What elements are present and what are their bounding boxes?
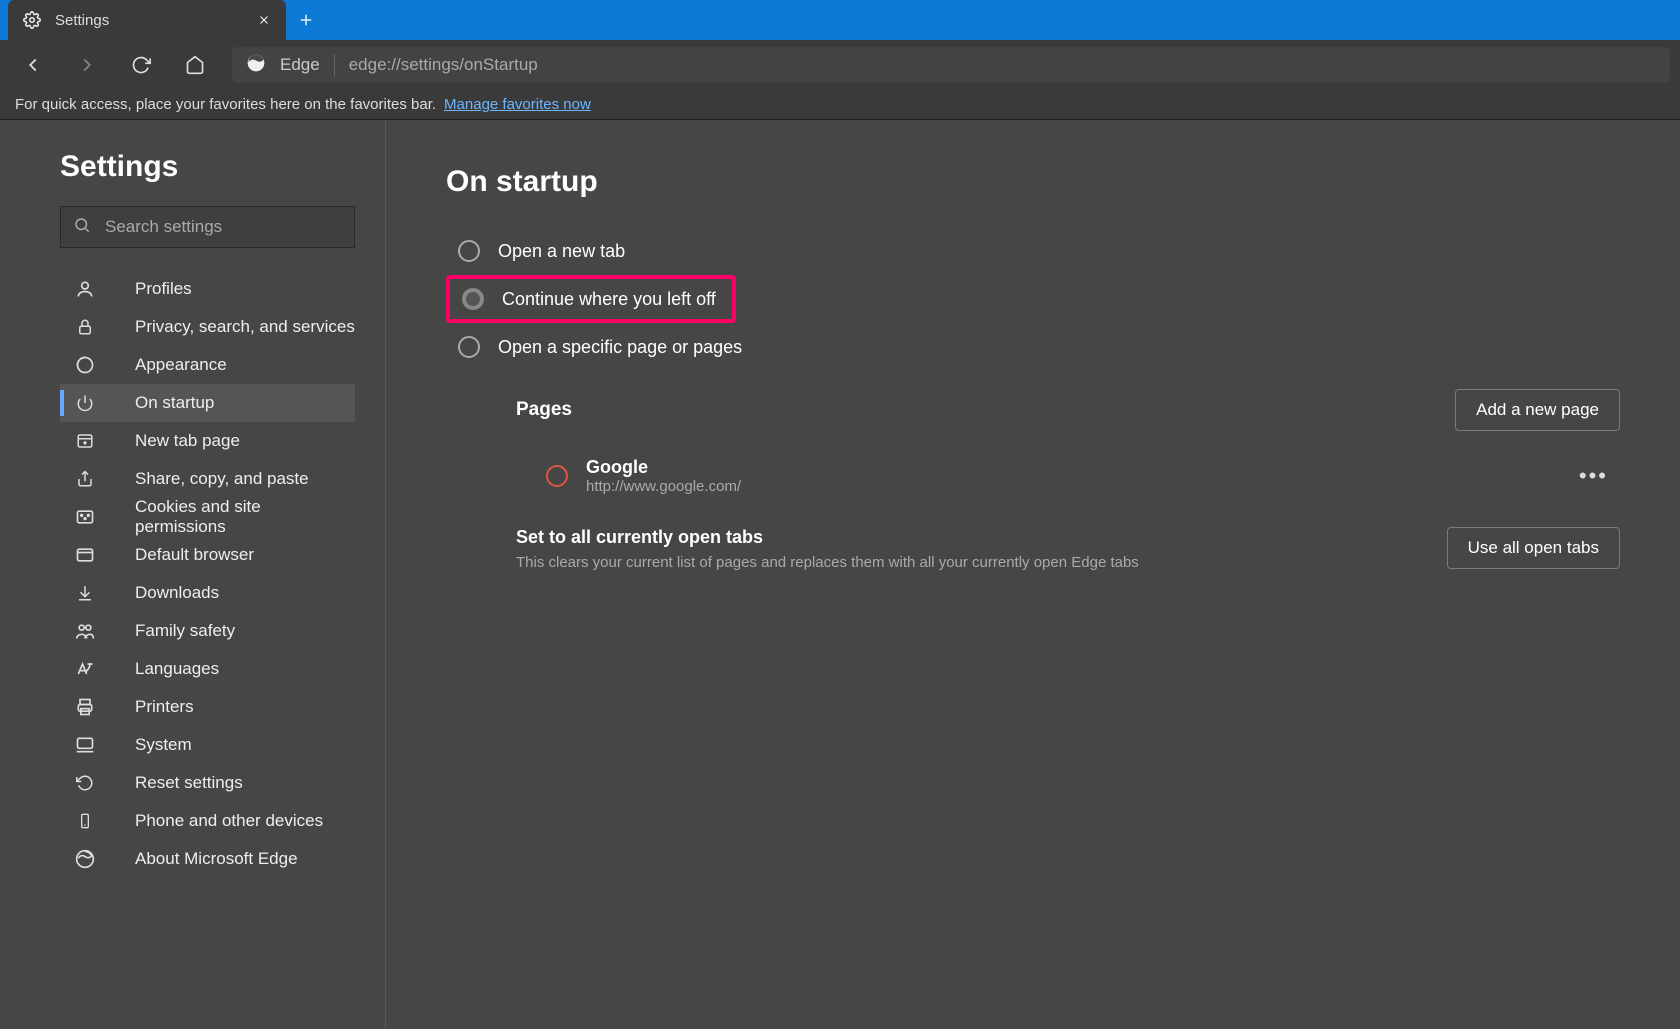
favorites-bar: For quick access, place your favorites h… bbox=[0, 90, 1680, 120]
gear-icon bbox=[23, 11, 41, 29]
family-icon bbox=[74, 620, 96, 642]
sidebar-item-reset-settings[interactable]: Reset settings bbox=[60, 764, 355, 802]
address-bar[interactable]: Edge edge://settings/onStartup bbox=[232, 47, 1670, 83]
share-icon bbox=[74, 468, 96, 490]
back-button[interactable] bbox=[10, 42, 56, 88]
startup-radio-open-a-specific-page-or-pages[interactable]: Open a specific page or pages bbox=[446, 323, 1620, 371]
add-page-button[interactable]: Add a new page bbox=[1455, 389, 1620, 431]
set-all-heading: Set to all currently open tabs bbox=[516, 527, 1139, 548]
reset-icon bbox=[74, 772, 96, 794]
sidebar-item-label: System bbox=[135, 735, 192, 755]
default-browser-icon bbox=[74, 544, 96, 566]
page-entry: Googlehttp://www.google.com/ ••• bbox=[516, 451, 1620, 515]
lock-icon bbox=[74, 316, 96, 338]
pages-heading: Pages bbox=[516, 399, 572, 421]
home-button[interactable] bbox=[172, 42, 218, 88]
sidebar-item-cookies-and-site-permissions[interactable]: Cookies and site permissions bbox=[60, 498, 355, 536]
sidebar-item-about-microsoft-edge[interactable]: About Microsoft Edge bbox=[60, 840, 355, 878]
sidebar-item-label: Appearance bbox=[135, 355, 227, 375]
sidebar-item-label: About Microsoft Edge bbox=[135, 849, 298, 869]
sidebar-item-system[interactable]: System bbox=[60, 726, 355, 764]
radio-icon bbox=[458, 240, 480, 262]
sidebar-item-on-startup[interactable]: On startup bbox=[60, 384, 355, 422]
power-icon bbox=[74, 392, 96, 414]
sidebar-item-phone-and-other-devices[interactable]: Phone and other devices bbox=[60, 802, 355, 840]
title-bar: Settings bbox=[0, 0, 1680, 40]
newtab-icon bbox=[74, 430, 96, 452]
new-tab-button[interactable] bbox=[286, 0, 326, 40]
startup-radio-continue-where-you-left-off[interactable]: Continue where you left off bbox=[446, 275, 736, 323]
languages-icon bbox=[74, 658, 96, 680]
sidebar-item-label: Downloads bbox=[135, 583, 219, 603]
forward-button[interactable] bbox=[64, 42, 110, 88]
set-all-description: This clears your current list of pages a… bbox=[516, 554, 1139, 571]
search-settings-input[interactable]: Search settings bbox=[60, 206, 355, 248]
google-favicon-icon bbox=[546, 465, 568, 487]
printer-icon bbox=[74, 696, 96, 718]
edge-icon bbox=[74, 848, 96, 870]
close-tab-button[interactable] bbox=[257, 13, 271, 27]
sidebar-title: Settings bbox=[0, 150, 385, 184]
sidebar-item-label: Privacy, search, and services bbox=[135, 317, 355, 337]
manage-favorites-link[interactable]: Manage favorites now bbox=[444, 96, 591, 113]
sidebar-item-languages[interactable]: Languages bbox=[60, 650, 355, 688]
addressbar-url: edge://settings/onStartup bbox=[349, 55, 538, 75]
more-options-button[interactable]: ••• bbox=[1579, 463, 1608, 489]
sidebar-item-family-safety[interactable]: Family safety bbox=[60, 612, 355, 650]
sidebar-item-label: Family safety bbox=[135, 621, 235, 641]
search-placeholder: Search settings bbox=[105, 217, 222, 237]
addressbar-divider bbox=[334, 54, 335, 76]
sidebar-item-profiles[interactable]: Profiles bbox=[60, 270, 355, 308]
settings-sidebar: Settings Search settings Profiles Privacy… bbox=[0, 120, 386, 1029]
radio-label: Continue where you left off bbox=[502, 289, 716, 310]
toolbar: Edge edge://settings/onStartup bbox=[0, 40, 1680, 90]
plus-icon bbox=[297, 11, 315, 29]
sidebar-item-label: Languages bbox=[135, 659, 219, 679]
sidebar-item-label: On startup bbox=[135, 393, 214, 413]
favorites-hint: For quick access, place your favorites h… bbox=[15, 96, 436, 113]
addressbar-label: Edge bbox=[280, 55, 320, 75]
appearance-icon bbox=[74, 354, 96, 376]
sidebar-item-default-browser[interactable]: Default browser bbox=[60, 536, 355, 574]
page-entry-url: http://www.google.com/ bbox=[586, 478, 741, 495]
radio-label: Open a new tab bbox=[498, 241, 625, 262]
refresh-button[interactable] bbox=[118, 42, 164, 88]
sidebar-item-label: Phone and other devices bbox=[135, 811, 323, 831]
use-all-tabs-button[interactable]: Use all open tabs bbox=[1447, 527, 1620, 569]
sidebar-item-label: Reset settings bbox=[135, 773, 243, 793]
page-entry-title: Google bbox=[586, 457, 741, 478]
browser-tab[interactable]: Settings bbox=[8, 0, 286, 40]
page-title: On startup bbox=[446, 165, 1620, 199]
sidebar-item-printers[interactable]: Printers bbox=[60, 688, 355, 726]
edge-logo-icon bbox=[246, 53, 266, 78]
main-panel: On startup Open a new tab Continue where … bbox=[386, 120, 1680, 1029]
sidebar-item-label: Default browser bbox=[135, 545, 254, 565]
sidebar-item-privacy-search-and-services[interactable]: Privacy, search, and services bbox=[60, 308, 355, 346]
radio-icon bbox=[458, 336, 480, 358]
sidebar-item-label: Share, copy, and paste bbox=[135, 469, 309, 489]
radio-label: Open a specific page or pages bbox=[498, 337, 742, 358]
tab-title: Settings bbox=[55, 12, 243, 29]
sidebar-item-label: Printers bbox=[135, 697, 194, 717]
sidebar-item-share-copy-and-paste[interactable]: Share, copy, and paste bbox=[60, 460, 355, 498]
sidebar-item-label: New tab page bbox=[135, 431, 240, 451]
search-icon bbox=[73, 216, 91, 239]
profile-icon bbox=[74, 278, 96, 300]
phone-icon bbox=[74, 810, 96, 832]
radio-icon bbox=[462, 288, 484, 310]
startup-radio-open-a-new-tab[interactable]: Open a new tab bbox=[446, 227, 1620, 275]
sidebar-item-downloads[interactable]: Downloads bbox=[60, 574, 355, 612]
download-icon bbox=[74, 582, 96, 604]
sidebar-nav: Profiles Privacy, search, and services App… bbox=[0, 270, 385, 878]
sidebar-item-new-tab-page[interactable]: New tab page bbox=[60, 422, 355, 460]
sidebar-item-label: Profiles bbox=[135, 279, 192, 299]
sidebar-item-label: Cookies and site permissions bbox=[135, 497, 355, 537]
cookies-icon bbox=[74, 506, 96, 528]
system-icon bbox=[74, 734, 96, 756]
sidebar-item-appearance[interactable]: Appearance bbox=[60, 346, 355, 384]
